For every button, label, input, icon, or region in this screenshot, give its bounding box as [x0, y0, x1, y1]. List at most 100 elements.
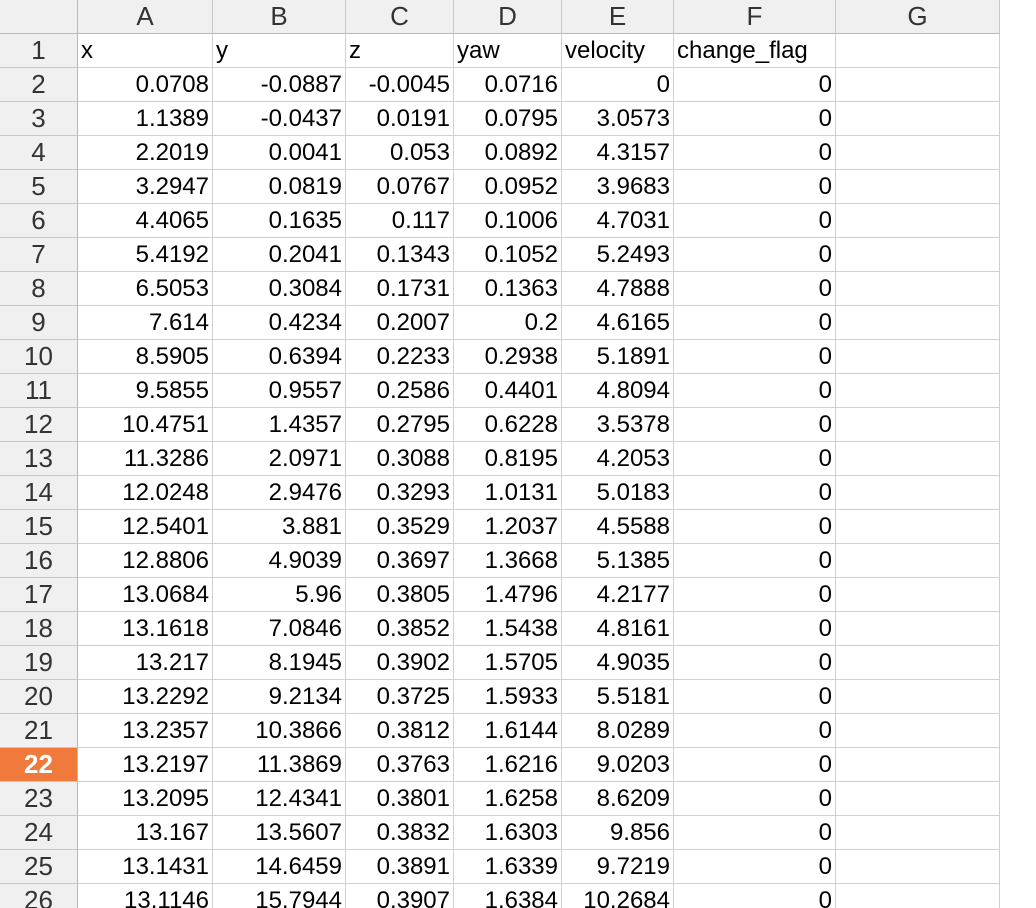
- row-header-5[interactable]: 5: [0, 170, 78, 204]
- cell-e11[interactable]: 4.8094: [562, 374, 674, 408]
- cell-b11[interactable]: 0.9557: [213, 374, 346, 408]
- cell-e14[interactable]: 5.0183: [562, 476, 674, 510]
- cell-e8[interactable]: 4.7888: [562, 272, 674, 306]
- cell-a14[interactable]: 12.0248: [78, 476, 213, 510]
- cell-c15[interactable]: 0.3529: [346, 510, 454, 544]
- cell-b22[interactable]: 11.3869: [213, 748, 346, 782]
- cell-b9[interactable]: 0.4234: [213, 306, 346, 340]
- row-header-15[interactable]: 15: [0, 510, 78, 544]
- cell-d7[interactable]: 0.1052: [454, 238, 562, 272]
- cell-b18[interactable]: 7.0846: [213, 612, 346, 646]
- cell-g21[interactable]: [836, 714, 1000, 748]
- cell-c6[interactable]: 0.117: [346, 204, 454, 238]
- cell-e2[interactable]: 0: [562, 68, 674, 102]
- cell-d5[interactable]: 0.0952: [454, 170, 562, 204]
- cell-b21[interactable]: 10.3866: [213, 714, 346, 748]
- cell-d18[interactable]: 1.5438: [454, 612, 562, 646]
- cell-d15[interactable]: 1.2037: [454, 510, 562, 544]
- column-header-g[interactable]: G: [836, 0, 1000, 34]
- cell-g4[interactable]: [836, 136, 1000, 170]
- cell-f4[interactable]: 0: [674, 136, 836, 170]
- row-header-13[interactable]: 13: [0, 442, 78, 476]
- cell-d16[interactable]: 1.3668: [454, 544, 562, 578]
- cell-b13[interactable]: 2.0971: [213, 442, 346, 476]
- cell-e21[interactable]: 8.0289: [562, 714, 674, 748]
- cell-e19[interactable]: 4.9035: [562, 646, 674, 680]
- cell-f9[interactable]: 0: [674, 306, 836, 340]
- cell-b19[interactable]: 8.1945: [213, 646, 346, 680]
- column-header-f[interactable]: F: [674, 0, 836, 34]
- row-header-17[interactable]: 17: [0, 578, 78, 612]
- cell-d25[interactable]: 1.6339: [454, 850, 562, 884]
- cell-d4[interactable]: 0.0892: [454, 136, 562, 170]
- cell-a3[interactable]: 1.1389: [78, 102, 213, 136]
- cell-e24[interactable]: 9.856: [562, 816, 674, 850]
- cell-e23[interactable]: 8.6209: [562, 782, 674, 816]
- cell-f14[interactable]: 0: [674, 476, 836, 510]
- cell-b17[interactable]: 5.96: [213, 578, 346, 612]
- cell-g2[interactable]: [836, 68, 1000, 102]
- cell-g5[interactable]: [836, 170, 1000, 204]
- row-header-4[interactable]: 4: [0, 136, 78, 170]
- cell-d24[interactable]: 1.6303: [454, 816, 562, 850]
- cell-g16[interactable]: [836, 544, 1000, 578]
- cell-c2[interactable]: -0.0045: [346, 68, 454, 102]
- cell-e4[interactable]: 4.3157: [562, 136, 674, 170]
- cell-a24[interactable]: 13.167: [78, 816, 213, 850]
- row-header-12[interactable]: 12: [0, 408, 78, 442]
- cell-g25[interactable]: [836, 850, 1000, 884]
- cell-d12[interactable]: 0.6228: [454, 408, 562, 442]
- cell-d1[interactable]: yaw: [454, 34, 562, 68]
- cell-d21[interactable]: 1.6144: [454, 714, 562, 748]
- cell-b24[interactable]: 13.5607: [213, 816, 346, 850]
- row-header-11[interactable]: 11: [0, 374, 78, 408]
- cell-d26[interactable]: 1.6384: [454, 884, 562, 908]
- cell-d9[interactable]: 0.2: [454, 306, 562, 340]
- cell-c12[interactable]: 0.2795: [346, 408, 454, 442]
- cell-e20[interactable]: 5.5181: [562, 680, 674, 714]
- cell-b15[interactable]: 3.881: [213, 510, 346, 544]
- cell-a15[interactable]: 12.5401: [78, 510, 213, 544]
- cell-c26[interactable]: 0.3907: [346, 884, 454, 908]
- cell-c14[interactable]: 0.3293: [346, 476, 454, 510]
- cell-a5[interactable]: 3.2947: [78, 170, 213, 204]
- cell-f15[interactable]: 0: [674, 510, 836, 544]
- cell-c18[interactable]: 0.3852: [346, 612, 454, 646]
- cell-b5[interactable]: 0.0819: [213, 170, 346, 204]
- cell-g15[interactable]: [836, 510, 1000, 544]
- cell-c16[interactable]: 0.3697: [346, 544, 454, 578]
- cell-a11[interactable]: 9.5855: [78, 374, 213, 408]
- cell-c25[interactable]: 0.3891: [346, 850, 454, 884]
- cell-a7[interactable]: 5.4192: [78, 238, 213, 272]
- cell-f3[interactable]: 0: [674, 102, 836, 136]
- cell-a10[interactable]: 8.5905: [78, 340, 213, 374]
- cell-e13[interactable]: 4.2053: [562, 442, 674, 476]
- cell-c1[interactable]: z: [346, 34, 454, 68]
- cell-c21[interactable]: 0.3812: [346, 714, 454, 748]
- cell-b16[interactable]: 4.9039: [213, 544, 346, 578]
- row-header-23[interactable]: 23: [0, 782, 78, 816]
- cell-g3[interactable]: [836, 102, 1000, 136]
- column-header-d[interactable]: D: [454, 0, 562, 34]
- cell-a25[interactable]: 13.1431: [78, 850, 213, 884]
- cell-e15[interactable]: 4.5588: [562, 510, 674, 544]
- cell-f12[interactable]: 0: [674, 408, 836, 442]
- cell-b25[interactable]: 14.6459: [213, 850, 346, 884]
- cell-g19[interactable]: [836, 646, 1000, 680]
- cell-c19[interactable]: 0.3902: [346, 646, 454, 680]
- cell-b1[interactable]: y: [213, 34, 346, 68]
- cell-f13[interactable]: 0: [674, 442, 836, 476]
- cell-b2[interactable]: -0.0887: [213, 68, 346, 102]
- cell-g20[interactable]: [836, 680, 1000, 714]
- cell-a23[interactable]: 13.2095: [78, 782, 213, 816]
- cell-c9[interactable]: 0.2007: [346, 306, 454, 340]
- cell-c17[interactable]: 0.3805: [346, 578, 454, 612]
- cell-b14[interactable]: 2.9476: [213, 476, 346, 510]
- cell-f7[interactable]: 0: [674, 238, 836, 272]
- cell-d20[interactable]: 1.5933: [454, 680, 562, 714]
- cell-g10[interactable]: [836, 340, 1000, 374]
- column-header-c[interactable]: C: [346, 0, 454, 34]
- cell-e12[interactable]: 3.5378: [562, 408, 674, 442]
- cell-e9[interactable]: 4.6165: [562, 306, 674, 340]
- row-header-2[interactable]: 2: [0, 68, 78, 102]
